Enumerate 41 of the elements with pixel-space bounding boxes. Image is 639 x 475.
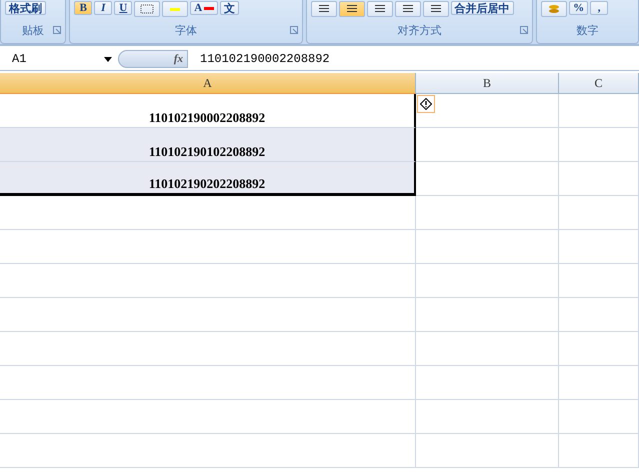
formula-input[interactable]: 110102190002208892 — [188, 52, 330, 66]
table-cell: 110102190002208892 — [0, 94, 416, 128]
dialog-launcher-icon[interactable] — [53, 26, 62, 34]
dropdown-icon — [104, 56, 112, 62]
ribbon-button[interactable]: 合并后居中 — [450, 1, 514, 15]
ribbon-button[interactable]: 格式刷 — [5, 1, 46, 15]
ribbon-button[interactable]: 文 — [220, 1, 240, 15]
align-icon — [430, 4, 442, 14]
ribbon-button[interactable]: % — [569, 1, 588, 15]
dialog-launcher-icon[interactable] — [520, 26, 528, 34]
group-label: 数字 — [576, 23, 599, 38]
align-icon — [374, 4, 386, 14]
warning-icon[interactable] — [417, 95, 435, 113]
ribbon-button[interactable]: , — [590, 1, 608, 15]
align-icon — [402, 4, 414, 14]
font-color-button[interactable]: A — [190, 1, 218, 15]
coins-icon — [547, 4, 562, 14]
dialog-launcher-icon[interactable] — [290, 26, 298, 34]
column-header[interactable]: C — [559, 73, 639, 94]
border-icon — [140, 4, 154, 14]
ribbon-button[interactable] — [310, 1, 337, 17]
column-header[interactable]: B — [416, 73, 559, 94]
group-label: 字体 — [174, 23, 197, 38]
group-label: 对齐方式 — [397, 23, 442, 38]
table-cell: 110102190202208892 — [0, 162, 416, 196]
group-label: 贴板 — [22, 23, 44, 38]
align-icon — [318, 4, 330, 14]
column-header[interactable]: A — [0, 73, 416, 94]
ribbon-button[interactable]: U — [114, 1, 132, 15]
ribbon-button[interactable] — [134, 1, 160, 17]
ribbon-button[interactable] — [422, 1, 449, 17]
align-icon — [346, 4, 358, 14]
ribbon-button[interactable] — [338, 1, 365, 17]
ribbon-button[interactable] — [394, 1, 421, 17]
table-cell: 110102190102208892 — [0, 128, 416, 162]
fill-color-button[interactable] — [162, 1, 188, 17]
ribbon-button[interactable] — [366, 1, 393, 17]
ribbon-button[interactable]: B — [74, 1, 92, 15]
ribbon-button[interactable]: I — [94, 1, 112, 15]
insert-function-button[interactable]: fx — [118, 50, 188, 68]
name-box[interactable]: A1 — [0, 52, 118, 66]
